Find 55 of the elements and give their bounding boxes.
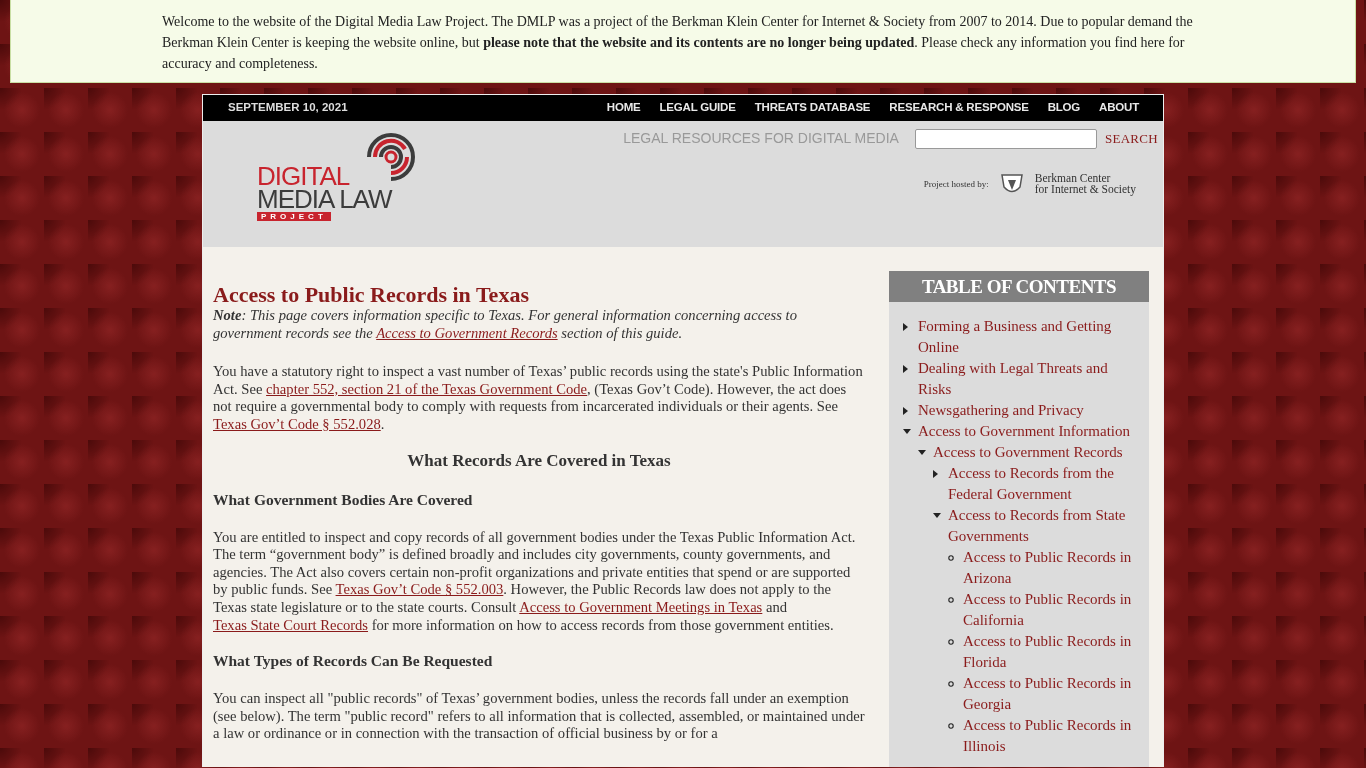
caret-right-icon[interactable] [933,469,938,478]
date-text: SEPTEMBER 10, 2021 [228,102,348,114]
toc-link[interactable]: Dealing with Legal Threats and Risks [918,358,1139,400]
paragraph: You can inspect all "public records" of Texas’ government bodies, unless the records fall under an exemption (see below). The term "public record" refers to all information that is collected, assembled, or maintained under a law or ordinance or in connection with the transaction of official business by or for a [213,690,865,743]
bullet-icon [948,722,954,729]
toc-link[interactable]: Forming a Business and Getting Online [918,316,1139,358]
caret-right-icon[interactable] [903,322,908,331]
text-link[interactable]: Access to Government Records [376,324,558,341]
logo-text: PROJECT [257,212,331,221]
hosted-by-label: Project hosted by: [923,179,989,189]
subheading: What Types of Records Can Be Requested [213,651,494,672]
nav-link[interactable]: LEGAL GUIDE [659,102,736,114]
nav-link[interactable]: BLOG [1047,102,1081,114]
paragraph: You have a statutory right to inspect a vast number of Texas’ public records using the state's Public Information Act. See chapter 552, section 21 of the Texas Government Code, (Texas Gov’t Code). However, the act does not require a governmental body to comply with requests from incarcerated individuals or their agents. See Texas Gov’t Code § 552.028. [213,363,864,434]
host-name: for Internet & Society [1034,184,1136,195]
nav-link[interactable]: ABOUT [1099,102,1139,114]
toc-link[interactable]: Newsgathering and Privacy [918,400,1084,421]
toc-link[interactable]: Access to Public Records in Illinois [963,715,1139,757]
text-link[interactable]: Texas State Court Records [213,616,368,633]
caret-down-icon[interactable] [903,429,911,434]
toc-link[interactable]: Access to Public Records in Georgia [963,673,1139,715]
caret-down-icon[interactable] [933,513,941,518]
nav-link[interactable]: HOME [606,102,641,114]
toc-link[interactable]: Access to Public Records in Florida [963,631,1139,673]
search-button[interactable]: SEARCH [1104,131,1158,147]
bullet-icon [948,596,954,603]
toc-link[interactable]: Access to Government Records [933,442,1123,463]
toc-link[interactable]: Access to Records from the Federal Government [948,463,1139,505]
text-link[interactable]: Texas Gov’t Code § 552.028 [213,415,381,432]
text-link[interactable]: chapter 552, section 21 of the Texas Government Code [266,380,587,397]
toc-link[interactable]: Access to Government Information [918,421,1131,442]
host-name: Berkman Center [1034,173,1112,184]
bullet-icon [948,638,954,645]
notice-text: Welcome to the website of the Digital Media Law Project. The DMLP was a project of the Berkman Klein Center for Internet & Society from 2007 to 2014. Due to popular demand the Berkman Klein Center is keeping the website online, but please note that the website and its contents are no longer being updated. Please check any information you find here for accuracy and completeness. [162,13,1194,73]
toc-link[interactable]: Access to Records from State Governments [948,505,1139,547]
tagline: LEGAL RESOURCES FOR DIGITAL MEDIA [623,129,899,146]
logo-text: MEDIA LAW [257,187,392,211]
search-field[interactable] [914,129,1097,149]
caret-right-icon[interactable] [903,406,908,415]
nav-link[interactable]: THREATS DATABASE [754,102,871,114]
toc-link[interactable]: Access to Public Records in Arizona [963,547,1139,589]
nav-link[interactable]: RESEARCH & RESPONSE [889,102,1029,114]
section-heading: What Records Are Covered in Texas [406,450,672,471]
page-title: Access to Public Records in Texas [213,283,530,307]
toc-heading: TABLE OF CONTENTS [889,271,1149,302]
toc-link[interactable]: Access to Public Records in California [963,589,1139,631]
text-link[interactable]: Access to Government Meetings in Texas [519,598,763,615]
subheading: What Government Bodies Are Covered [213,489,474,510]
note-text: Note: This page covers information specific to Texas. For general information concerning access to government records see the Access to Government Records section of this guide. [213,307,798,343]
logo-text: DIGITAL [257,165,350,187]
bullet-icon [948,680,954,687]
paragraph: You are entitled to inspect and copy records of all government bodies under the Texas Public Information Act. The term “government body” is defined broadly and includes city governments, county governments, and agencies. The Act also covers certain non-profit organizations and private entities that spend or are supported by public funds. See Texas Gov’t Code § 552.003. However, the Public Records law does not apply to the Texas state legislature or to the state courts. Consult Access to Government Meetings in Texas and Texas State Court Records for more information on how to access records from those government entities. [213,528,857,635]
caret-down-icon[interactable] [918,450,926,455]
bullet-icon [948,554,954,561]
caret-right-icon[interactable] [903,364,908,373]
